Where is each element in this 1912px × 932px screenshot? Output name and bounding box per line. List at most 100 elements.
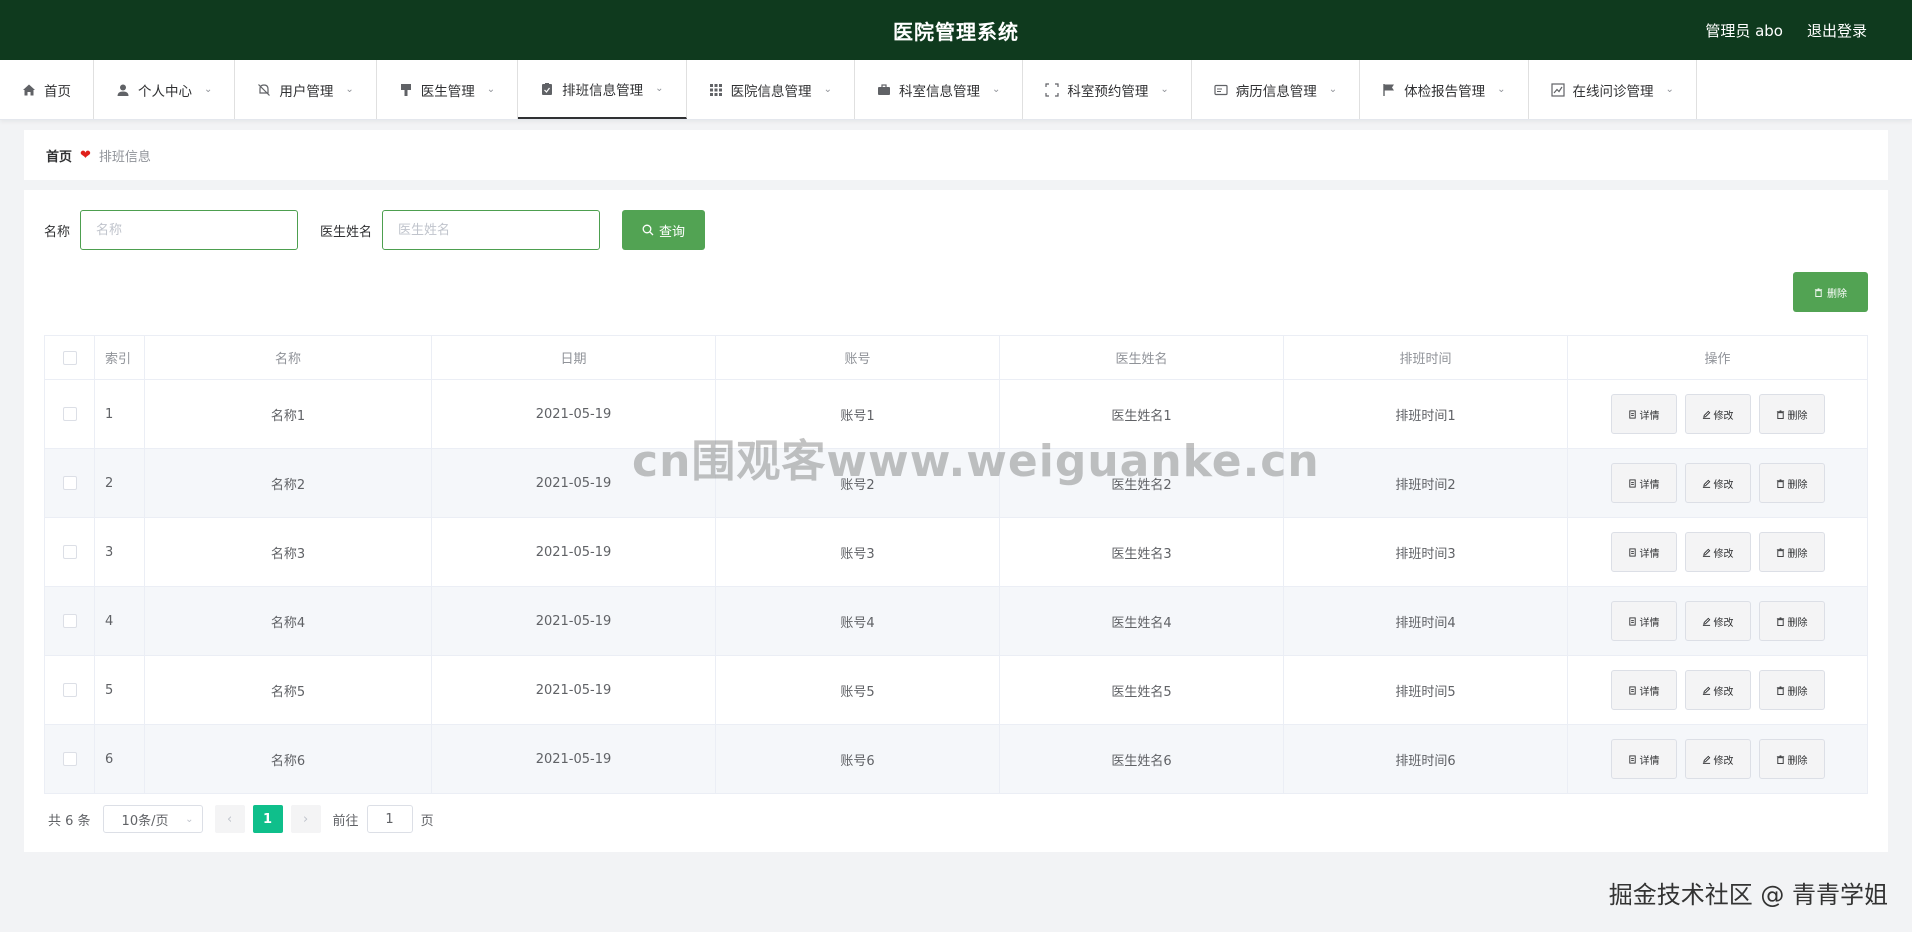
document-icon [1628, 616, 1636, 626]
delete-button[interactable]: 删除 [1758, 463, 1825, 503]
cell-account: 账号3 [715, 517, 1000, 587]
search-form: 名称 医生姓名 查询 [44, 210, 706, 250]
query-button[interactable]: 查询 [622, 210, 706, 250]
cell-doctor-name: 医生姓名4 [999, 586, 1284, 656]
cell-schedule-time: 排班时间6 [1283, 724, 1568, 794]
cell-account: 账号5 [715, 655, 1000, 725]
page-1-button[interactable]: 1 [252, 805, 283, 833]
edit-button[interactable]: 修改 [1684, 601, 1751, 641]
cell-schedule-time: 排班时间2 [1283, 448, 1568, 518]
detail-button[interactable]: 详情 [1610, 532, 1677, 572]
trash-icon [1776, 478, 1784, 488]
cell-index: 5 [94, 655, 145, 725]
menu-item-user-management[interactable]: 用户管理 ⌄ [235, 60, 377, 119]
detail-label: 详情 [1639, 410, 1660, 422]
detail-button[interactable]: 详情 [1610, 601, 1677, 641]
menu-item-hospital-info[interactable]: 医院信息管理 ⌄ [687, 60, 855, 119]
user-icon [116, 83, 130, 97]
id-card-icon [1214, 83, 1228, 97]
header-schedule-time: 排班时间 [1283, 335, 1568, 380]
logout-link[interactable]: 退出登录 [1807, 20, 1867, 41]
row-checkbox[interactable] [62, 614, 77, 628]
row-checkbox[interactable] [62, 407, 77, 421]
menu-item-checkup-report[interactable]: 体检报告管理 ⌄ [1360, 60, 1529, 119]
menu-item-personal-center[interactable]: 个人中心 ⌄ [94, 60, 236, 119]
cell-date: 2021-05-19 [431, 517, 716, 587]
edit-button[interactable]: 修改 [1684, 394, 1751, 434]
row-checkbox[interactable] [62, 545, 77, 559]
goto-page-input[interactable] [366, 805, 413, 833]
edit-button[interactable]: 修改 [1684, 670, 1751, 710]
menu-item-doctor-management[interactable]: 医生管理 ⌄ [377, 60, 519, 119]
page-jumper: 前往 页 [333, 805, 434, 833]
menu-item-schedule-management[interactable]: 排班信息管理 ⌄ [518, 60, 687, 119]
chevron-down-icon: ⌄ [655, 83, 664, 94]
delete-label: 删除 [1787, 410, 1808, 422]
edit-button[interactable]: 修改 [1684, 739, 1751, 779]
goto-label: 前往 [332, 813, 359, 829]
cell-date: 2021-05-19 [431, 586, 716, 656]
cell-doctor-name: 医生姓名6 [999, 724, 1284, 794]
cell-schedule-time: 排班时间3 [1283, 517, 1568, 587]
select-all-checkbox[interactable] [62, 350, 77, 365]
row-select-cell [44, 586, 95, 656]
menu-item-department-appointment[interactable]: 科室预约管理 ⌄ [1023, 60, 1192, 119]
chevron-down-icon: ⌄ [1160, 84, 1169, 95]
header-date: 日期 [431, 335, 716, 380]
menu-label: 在线问诊管理 [1572, 83, 1654, 100]
delete-button[interactable]: 删除 [1758, 670, 1825, 710]
delete-button[interactable]: 删除 [1758, 601, 1825, 641]
row-checkbox[interactable] [62, 476, 77, 490]
chevron-down-icon: ⌄ [1497, 84, 1506, 95]
next-page-button[interactable]: › [290, 805, 321, 833]
cell-operations: 详情 修改 删除 [1567, 379, 1868, 449]
delete-button[interactable]: 删除 [1758, 532, 1825, 572]
detail-button[interactable]: 详情 [1610, 670, 1677, 710]
header-index: 索引 [94, 335, 145, 380]
detail-button[interactable]: 详情 [1610, 394, 1677, 434]
page-size-select[interactable]: 10条/页 ⌄ [102, 805, 203, 833]
edit-button[interactable]: 修改 [1684, 532, 1751, 572]
edit-button[interactable]: 修改 [1684, 463, 1751, 503]
row-checkbox[interactable] [62, 683, 77, 697]
cell-index: 2 [94, 448, 145, 518]
delete-button[interactable]: 删除 [1758, 739, 1825, 779]
cell-operations: 详情 修改 删除 [1567, 586, 1868, 656]
prev-page-button[interactable]: ‹ [214, 805, 245, 833]
content-panel: 名称 医生姓名 查询 删除 索引 名称 日期 账号 医生姓名 排班时间 操作 [24, 190, 1888, 852]
batch-delete-button[interactable]: 删除 [1793, 272, 1868, 312]
menu-item-medical-record[interactable]: 病历信息管理 ⌄ [1192, 60, 1361, 119]
cell-name: 名称3 [144, 517, 432, 587]
cell-date: 2021-05-19 [431, 724, 716, 794]
menu-item-online-consultation[interactable]: 在线问诊管理 ⌄ [1529, 60, 1697, 119]
detail-button[interactable]: 详情 [1610, 463, 1677, 503]
menu-item-home[interactable]: 首页 [0, 60, 94, 119]
edit-icon [1702, 479, 1710, 488]
page-size-value: 10条/页 [121, 813, 169, 829]
clipboard-icon [540, 82, 554, 96]
cell-account: 账号6 [715, 724, 1000, 794]
name-input[interactable] [80, 210, 299, 250]
query-label: 查询 [659, 224, 686, 240]
edit-label: 修改 [1713, 686, 1734, 698]
chevron-down-icon: ⌄ [991, 84, 1001, 95]
breadcrumb-home[interactable]: 首页 [46, 146, 72, 165]
cell-name: 名称2 [144, 448, 432, 518]
home-icon [22, 83, 36, 97]
cell-doctor-name: 医生姓名3 [999, 517, 1284, 587]
cell-doctor-name: 医生姓名5 [999, 655, 1284, 725]
cell-index: 4 [94, 586, 145, 656]
detail-label: 详情 [1639, 548, 1660, 560]
detail-label: 详情 [1639, 755, 1660, 767]
doctor-name-label: 医生姓名 [320, 224, 373, 240]
row-checkbox[interactable] [62, 752, 77, 766]
cell-operations: 详情 修改 删除 [1567, 517, 1868, 587]
cell-index: 6 [94, 724, 145, 794]
edit-icon [1702, 548, 1710, 557]
menu-label: 科室预约管理 [1067, 83, 1149, 100]
chart-icon [1550, 82, 1565, 97]
doctor-name-input[interactable] [382, 210, 601, 250]
menu-item-department-info[interactable]: 科室信息管理 ⌄ [855, 60, 1024, 119]
detail-button[interactable]: 详情 [1610, 739, 1677, 779]
delete-button[interactable]: 删除 [1758, 394, 1825, 434]
